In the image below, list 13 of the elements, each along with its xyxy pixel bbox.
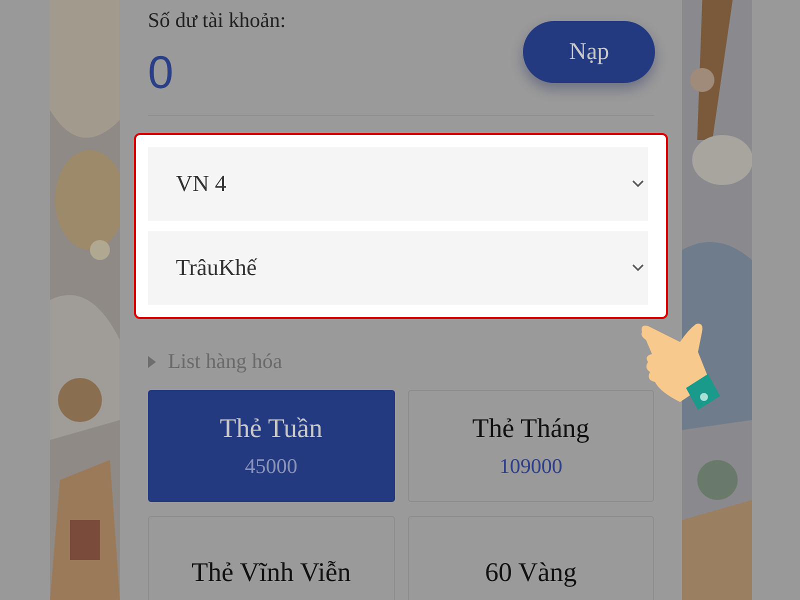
select-field[interactable]: TrâuKhế (148, 231, 648, 305)
chevron-icon (632, 180, 644, 188)
triangle-icon (148, 356, 156, 368)
product-card[interactable]: Thẻ Vĩnh Viễn (148, 516, 394, 600)
chevron-icon (632, 264, 644, 272)
product-card[interactable]: 60 Vàng (408, 516, 654, 600)
balance-label: Số dư tài khoản: (148, 8, 286, 33)
product-card[interactable]: Thẻ Tháng 109000 (408, 390, 654, 502)
top-up-button[interactable]: Nạp (523, 21, 656, 83)
pointing-hand-icon (640, 322, 720, 412)
select-field[interactable]: VN 4 (148, 147, 648, 221)
balance-value: 0 (148, 45, 174, 99)
product-card[interactable]: Thẻ Tuần 45000 (148, 390, 394, 502)
